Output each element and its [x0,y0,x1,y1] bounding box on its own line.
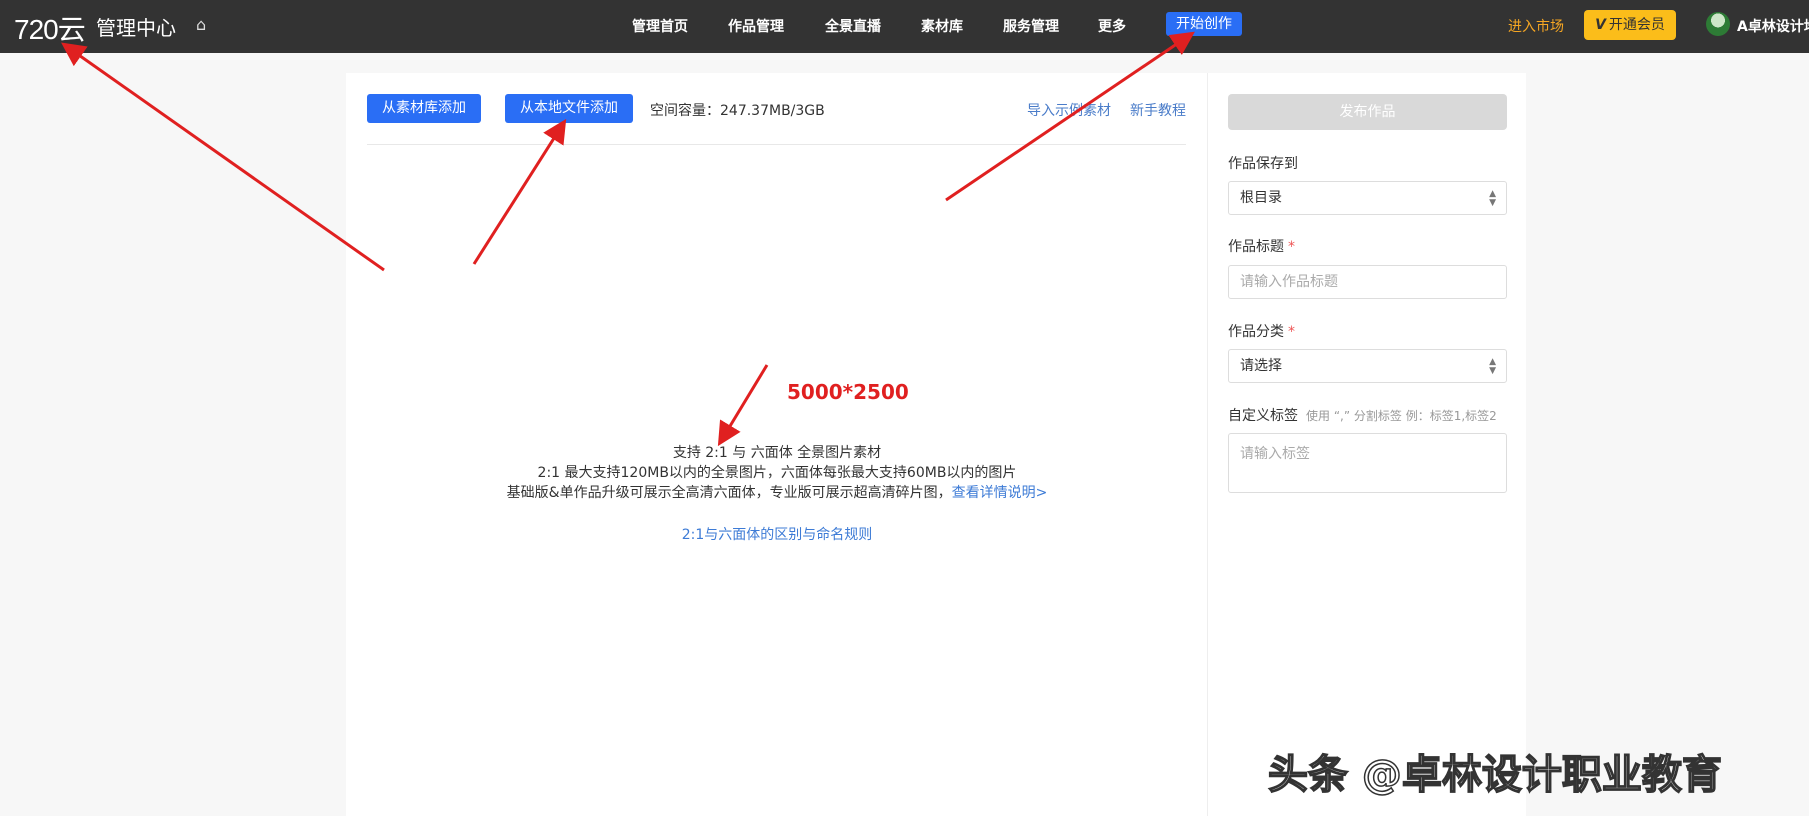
tags-label-text: 自定义标签 [1228,408,1298,424]
vip-icon: V [1595,17,1606,33]
sort-arrows-icon: ▲ ▼ [1489,357,1496,376]
add-from-library-button[interactable]: 从素材库添加 [367,94,481,123]
logo[interactable]: 720云 [14,8,86,48]
nav-home[interactable]: 管理首页 [632,16,688,36]
save-to-label: 作品保存到 [1228,156,1298,172]
vip-button[interactable]: V 开通会员 [1584,10,1676,40]
required-mark: * [1288,324,1295,340]
title-label: 作品标题 * [1228,236,1295,256]
nav-live[interactable]: 全景直播 [825,16,881,36]
tutorial-link[interactable]: 新手教程 [1130,100,1186,120]
tags-label: 自定义标签 使用 “,” 分割标签 例：标签1,标签2 [1228,405,1497,425]
nav-services[interactable]: 服务管理 [1003,16,1059,36]
upload-panel: 从素材库添加 从本地文件添加 空间容量：247.37MB/3GB 导入示例素材 … [346,73,1208,816]
save-to-select[interactable]: 根目录 ▲ ▼ [1228,181,1507,215]
sort-arrows-icon: ▲ ▼ [1489,189,1496,208]
save-to-value: 根目录 [1240,190,1282,206]
vip-label: 开通会员 [1608,17,1665,33]
category-value: 请选择 [1240,358,1282,374]
details-link[interactable]: 查看详情说明> [952,485,1048,501]
home-icon[interactable]: ⌂ [196,15,206,34]
version-text-body: 基础版&单作品升级可展示全高清六面体，专业版可展示超高清碎片图， [506,485,952,501]
naming-rules-link: 2:1与六面体的区别与命名规则 [346,524,1208,544]
version-text: 基础版&单作品升级可展示全高清六面体，专业版可展示超高清碎片图，查看详情说明> [346,482,1208,502]
required-mark: * [1288,239,1295,255]
nav-works[interactable]: 作品管理 [728,16,784,36]
top-nav-bar: 720云 管理中心 ⌂ 管理首页 作品管理 全景直播 素材库 服务管理 更多 开… [0,0,1809,53]
size-annotation: 5000*2500 [787,380,909,404]
import-sample-link[interactable]: 导入示例素材 [1027,100,1111,120]
arrow-to-logo [61,42,385,272]
add-from-local-button[interactable]: 从本地文件添加 [505,94,633,123]
category-select[interactable]: 请选择 ▲ ▼ [1228,349,1507,383]
support-text: 支持 2:1 与 六面体 全景图片素材 [672,445,882,461]
publish-sidebar: 发布作品 作品保存到 根目录 ▲ ▼ 作品标题 * 请输入作品标题 作品分类 * 请选择… [1208,73,1526,816]
market-link[interactable]: 进入市场 [1508,16,1564,36]
avatar[interactable] [1706,12,1730,36]
category-label-text: 作品分类 [1228,324,1284,340]
title-label-text: 作品标题 [1228,239,1284,255]
start-create-button[interactable]: 开始创作 [1166,12,1242,36]
size-limit-text: 2:1 最大支持120MB以内的全景图片，六面体每张最大支持60MB以内的图片 [537,465,1017,481]
user-name[interactable]: A卓林设计培 [1737,16,1809,36]
naming-rules-link-text[interactable]: 2:1与六面体的区别与命名规则 [682,527,873,543]
nav-materials[interactable]: 素材库 [921,16,963,36]
category-label: 作品分类 * [1228,321,1295,341]
watermark: 头条 @卓林设计职业教育 [1267,751,1722,799]
nav-more[interactable]: 更多 [1098,16,1126,36]
publish-button[interactable]: 发布作品 [1228,94,1507,130]
tags-textarea[interactable]: 请输入标签 [1228,433,1507,493]
app-title: 管理中心 [96,16,176,40]
storage-capacity: 空间容量：247.37MB/3GB [650,103,825,119]
tags-hint: 使用 “,” 分割标签 例：标签1,标签2 [1306,409,1497,423]
divider [367,144,1186,145]
title-input[interactable]: 请输入作品标题 [1228,265,1507,299]
